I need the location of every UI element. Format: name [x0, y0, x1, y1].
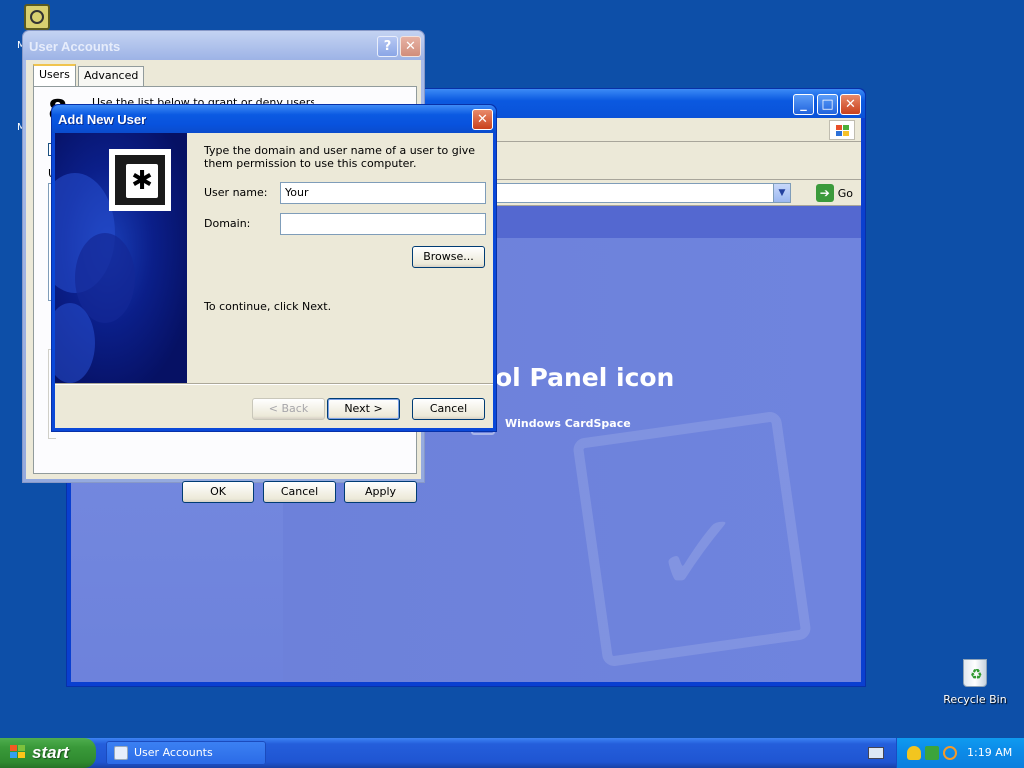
add-new-user-titlebar[interactable]: Add New User ✕ [52, 105, 496, 133]
tab-users[interactable]: Users [33, 64, 76, 87]
back-button[interactable]: < Back [252, 398, 325, 420]
wizard-side-art: ✱ [55, 133, 187, 383]
username-label: User name: [204, 186, 268, 199]
taskbar-item-user-accounts[interactable]: User Accounts [106, 741, 266, 765]
system-tray: 1:19 AM [896, 738, 1024, 768]
keyboard-icon[interactable] [868, 747, 884, 759]
security-shield-icon[interactable] [907, 746, 921, 760]
panel-heading: ol Panel icon [495, 363, 675, 392]
dialog-separator [55, 383, 493, 385]
close-button[interactable]: ✕ [840, 94, 861, 115]
recycle-bin-label: Recycle Bin [943, 693, 1007, 706]
add-new-user-dialog[interactable]: Add New User ✕ ✱ Type the domain and use… [51, 104, 497, 432]
network-icon[interactable] [925, 746, 939, 760]
windows-logo-icon [829, 120, 855, 140]
recycle-bin[interactable]: ♻ Recycle Bin [940, 655, 1010, 706]
tab-advanced[interactable]: Advanced [78, 66, 145, 86]
user-accounts-icon [114, 746, 128, 760]
window-title: User Accounts [29, 39, 121, 54]
go-label: Go [837, 186, 853, 200]
cancel-button[interactable]: Cancel [263, 481, 336, 503]
instructions-text: Type the domain and user name of a user … [204, 144, 476, 170]
taskbar-item-label: User Accounts [134, 746, 213, 759]
cardspace-link[interactable]: Windows CardSpace [505, 417, 631, 430]
go-button[interactable]: ➔ Go [815, 183, 853, 203]
browse-button[interactable]: Browse... [412, 246, 485, 268]
ok-button[interactable]: OK [182, 481, 254, 503]
continue-text: To continue, click Next. [204, 300, 332, 313]
clock: 1:19 AM [967, 746, 1013, 759]
domain-label: Domain: [204, 217, 251, 230]
cancel-button[interactable]: Cancel [412, 398, 485, 420]
document-icon [24, 4, 50, 30]
maximize-button[interactable]: □ [817, 94, 838, 115]
go-arrow-icon: ➔ [815, 184, 834, 202]
domain-input[interactable] [280, 213, 486, 235]
minimize-button[interactable]: _ [793, 94, 814, 115]
search-icon[interactable] [943, 746, 957, 760]
dialog-title: Add New User [58, 112, 147, 127]
windows-flag-icon [10, 745, 27, 761]
close-button[interactable]: ✕ [472, 109, 493, 130]
close-button[interactable]: ✕ [400, 36, 421, 57]
user-accounts-titlebar[interactable]: User Accounts ? ✕ [23, 31, 424, 60]
help-button[interactable]: ? [377, 36, 398, 57]
address-dropdown-icon[interactable]: ▼ [773, 184, 790, 202]
watermark-check-icon: ✓ [652, 489, 745, 617]
start-button[interactable]: start [0, 738, 96, 768]
start-label: start [32, 743, 69, 762]
taskbar: start User Accounts 1:19 AM [0, 738, 1024, 768]
recycle-bin-icon: ♻ [961, 655, 989, 687]
username-input[interactable]: Your [280, 182, 486, 204]
add-new-user-client: ✱ Type the domain and user name of a use… [55, 133, 493, 428]
next-button[interactable]: Next > [327, 398, 400, 420]
key-icon: ✱ [109, 149, 171, 211]
apply-button[interactable]: Apply [344, 481, 417, 503]
